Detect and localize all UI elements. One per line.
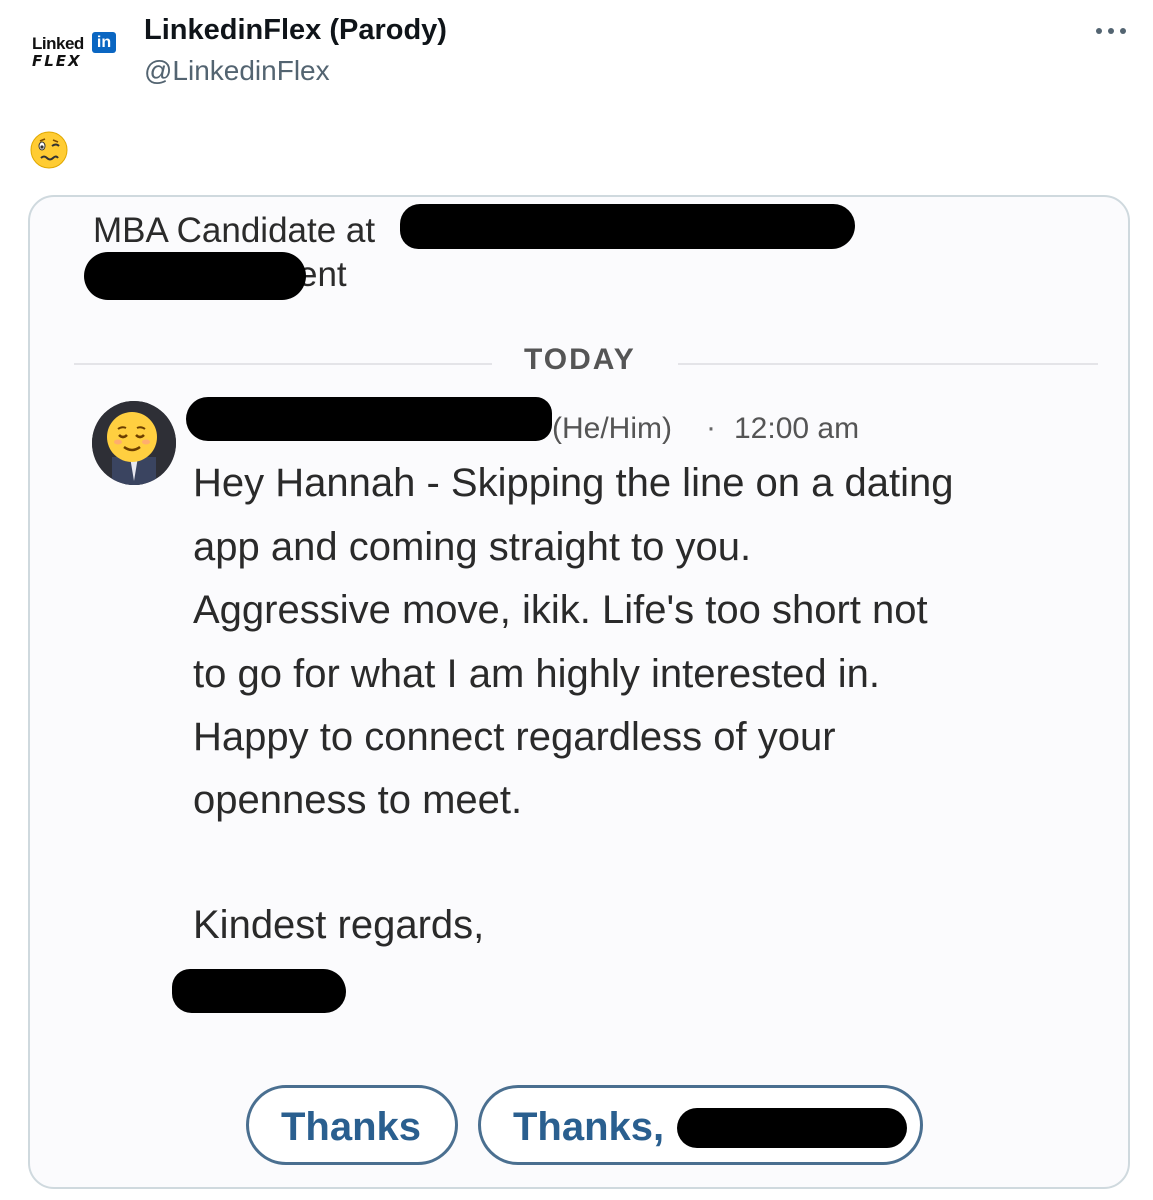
- redaction-bar: [400, 204, 855, 249]
- tweet-media-image[interactable]: MBA Candidate at ent TODAY (He/Him) · 12…: [28, 195, 1130, 1189]
- sender-avatar[interactable]: [92, 401, 176, 485]
- relieved-face-avatar-icon: [92, 401, 176, 485]
- message-line: openness to meet.: [193, 778, 523, 822]
- redaction-bar: [84, 252, 306, 300]
- more-options-icon[interactable]: [1094, 22, 1128, 42]
- redaction-bar: [186, 397, 552, 441]
- message-signoff: Kindest regards,: [193, 903, 485, 947]
- display-name[interactable]: LinkedinFlex (Parody): [144, 14, 447, 47]
- divider: [74, 363, 492, 365]
- logo-text-flex: FLEX: [32, 52, 82, 70]
- redaction-bar: [172, 969, 346, 1013]
- date-divider-label: TODAY: [524, 343, 636, 376]
- woozy-face-icon: [30, 131, 68, 169]
- logo-text-linked: Linked: [32, 34, 84, 53]
- quick-reply-label: Thanks: [281, 1105, 422, 1149]
- user-handle[interactable]: @LinkedinFlex: [144, 55, 330, 87]
- linkedinflex-logo[interactable]: Linked in FLEX: [22, 20, 126, 90]
- message-line: Aggressive move, ikik. Life's too short …: [193, 588, 928, 632]
- quick-reply-label: Thanks,: [513, 1105, 665, 1149]
- message-line: app and coming straight to you.: [193, 525, 752, 569]
- divider: [678, 363, 1098, 365]
- message-line: Hey Hannah - Skipping the line on a dati…: [193, 461, 954, 505]
- headline-line1: MBA Candidate at: [93, 211, 376, 250]
- sender-pronouns: (He/Him): [552, 412, 672, 445]
- message-line: to go for what I am highly interested in…: [193, 652, 881, 696]
- redaction-bar: [677, 1108, 907, 1148]
- quick-reply-thanks-button[interactable]: Thanks: [246, 1085, 458, 1165]
- logo-in-box: in: [92, 32, 116, 53]
- quick-reply-thanks-name-button[interactable]: Thanks,: [478, 1085, 923, 1165]
- message-time: 12:00 am: [734, 412, 860, 445]
- message-line: Happy to connect regardless of your: [193, 715, 836, 759]
- separator-dot: ·: [706, 411, 716, 444]
